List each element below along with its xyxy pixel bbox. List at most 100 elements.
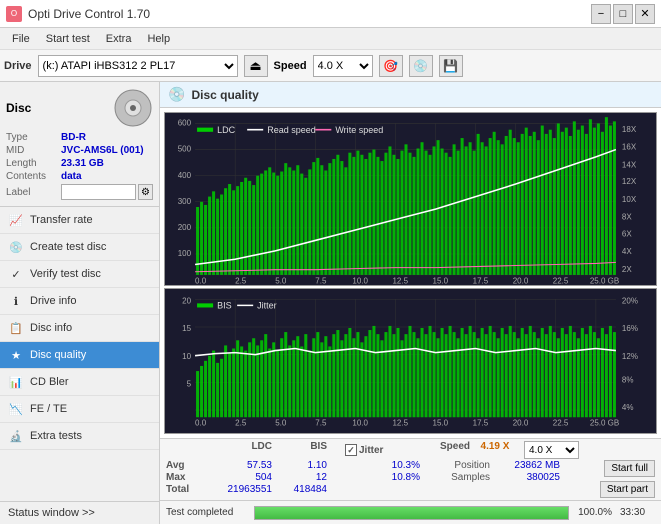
- menu-extra[interactable]: Extra: [98, 31, 140, 47]
- svg-text:5: 5: [187, 380, 192, 389]
- sidebar-item-disc-info[interactable]: 📋 Disc info: [0, 315, 159, 342]
- svg-text:20: 20: [182, 297, 191, 306]
- disc-contents-row: Contents data: [6, 171, 153, 182]
- disc-quality-icon: ★: [8, 347, 24, 363]
- sidebar-item-create-test-disc[interactable]: 💿 Create test disc: [0, 234, 159, 261]
- status-window-label: Status window >>: [8, 507, 95, 519]
- sidebar: Disc Type BD-R MID JVC-AMS6L (001) Lengt…: [0, 82, 160, 524]
- cd-bler-icon: 📊: [8, 374, 24, 390]
- drive-label: Drive: [4, 60, 32, 72]
- menu-bar: File Start test Extra Help: [0, 28, 661, 50]
- chart-bis-svg: 20 15 10 5 20% 16% 12% 8% 4% 0.0 2.5 5.0…: [165, 289, 656, 433]
- minimize-button[interactable]: −: [591, 4, 611, 24]
- svg-text:15: 15: [182, 324, 191, 333]
- transfer-rate-icon: 📈: [8, 212, 24, 228]
- svg-text:20%: 20%: [622, 297, 638, 306]
- svg-text:14X: 14X: [622, 160, 637, 169]
- content-header: 💿 Disc quality: [160, 82, 661, 108]
- svg-text:2.5: 2.5: [235, 276, 247, 285]
- svg-text:Write speed: Write speed: [335, 125, 383, 135]
- toolbar-icon-3[interactable]: 💾: [439, 55, 463, 77]
- extra-tests-icon: 🔬: [8, 428, 24, 444]
- disc-mid: JVC-AMS6L (001): [61, 145, 144, 156]
- create-test-disc-icon: 💿: [8, 239, 24, 255]
- progress-time: 33:30: [620, 507, 655, 518]
- svg-text:7.5: 7.5: [315, 419, 327, 428]
- svg-text:16X: 16X: [622, 142, 637, 151]
- speed-result-value: 4.19 X: [470, 441, 520, 459]
- start-part-button[interactable]: Start part: [600, 481, 655, 498]
- drive-select[interactable]: (k:) ATAPI iHBS312 2 PL17: [38, 55, 238, 77]
- progress-bar-outer: [254, 506, 569, 520]
- sidebar-label-disc-info: Disc info: [30, 322, 72, 334]
- content-area: 💿 Disc quality: [160, 82, 661, 524]
- svg-text:12.5: 12.5: [392, 276, 408, 285]
- bis-avg: 1.10: [272, 460, 327, 471]
- start-full-button[interactable]: Start full: [604, 460, 655, 477]
- toolbar: Drive (k:) ATAPI iHBS312 2 PL17 ⏏ Speed …: [0, 50, 661, 82]
- sidebar-item-drive-info[interactable]: ℹ Drive info: [0, 288, 159, 315]
- sidebar-item-verify-test-disc[interactable]: ✓ Verify test disc: [0, 261, 159, 288]
- toolbar-icon-1[interactable]: 🎯: [379, 55, 403, 77]
- toolbar-icon-2[interactable]: 💿: [409, 55, 433, 77]
- menu-help[interactable]: Help: [139, 31, 178, 47]
- window-controls: − □ ✕: [591, 4, 655, 24]
- sidebar-item-extra-tests[interactable]: 🔬 Extra tests: [0, 423, 159, 450]
- menu-file[interactable]: File: [4, 31, 38, 47]
- svg-text:12%: 12%: [622, 352, 638, 361]
- sidebar-item-transfer-rate[interactable]: 📈 Transfer rate: [0, 207, 159, 234]
- svg-text:7.5: 7.5: [315, 276, 327, 285]
- svg-text:5.0: 5.0: [275, 419, 287, 428]
- maximize-button[interactable]: □: [613, 4, 633, 24]
- svg-text:100: 100: [178, 249, 192, 258]
- disc-info-icon: 📋: [8, 320, 24, 336]
- disc-graphic: [113, 88, 153, 128]
- svg-text:600: 600: [178, 118, 192, 127]
- chart-bis: 20 15 10 5 20% 16% 12% 8% 4% 0.0 2.5 5.0…: [164, 288, 657, 434]
- sidebar-item-fe-te[interactable]: 📉 FE / TE: [0, 396, 159, 423]
- disc-quality-header-icon: 💿: [168, 86, 185, 103]
- sidebar-item-disc-quality[interactable]: ★ Disc quality: [0, 342, 159, 369]
- chart-ldc-svg: 600 500 400 300 200 100 18X 16X 14X 12X …: [165, 113, 656, 285]
- eject-button[interactable]: ⏏: [244, 55, 268, 77]
- close-button[interactable]: ✕: [635, 4, 655, 24]
- sidebar-label-verify-test-disc: Verify test disc: [30, 268, 101, 280]
- samples-label: Samples: [420, 472, 490, 483]
- ldc-total: 21963551: [202, 484, 272, 495]
- svg-text:Read speed: Read speed: [267, 125, 316, 135]
- svg-text:22.5: 22.5: [553, 419, 569, 428]
- svg-text:22.5: 22.5: [553, 276, 569, 285]
- disc-label-button[interactable]: ⚙: [138, 184, 153, 200]
- sidebar-label-drive-info: Drive info: [30, 295, 76, 307]
- svg-text:0.0: 0.0: [195, 419, 207, 428]
- jitter-max: 10.8%: [345, 472, 420, 483]
- speed-select-stats[interactable]: 4.0 X: [524, 441, 579, 459]
- sidebar-label-create-test-disc: Create test disc: [30, 241, 106, 253]
- jitter-avg: 10.3%: [345, 460, 420, 471]
- disc-label-input[interactable]: [61, 184, 136, 200]
- sidebar-label-fe-te: FE / TE: [30, 403, 67, 415]
- app-title: Opti Drive Control 1.70: [28, 7, 150, 21]
- position-value: 23862 MB: [490, 460, 560, 471]
- samples-value: 380025: [490, 472, 560, 483]
- sidebar-item-cd-bler[interactable]: 📊 CD Bler: [0, 369, 159, 396]
- svg-text:12.5: 12.5: [392, 419, 408, 428]
- svg-text:BIS: BIS: [217, 301, 232, 311]
- speed-select[interactable]: 4.0 X 8.0 X: [313, 55, 373, 77]
- bis-total: 418484: [272, 484, 327, 495]
- svg-text:8%: 8%: [622, 376, 634, 385]
- bis-header: BIS: [272, 441, 327, 459]
- svg-text:10X: 10X: [622, 195, 637, 204]
- disc-mid-row: MID JVC-AMS6L (001): [6, 145, 153, 156]
- disc-contents: data: [61, 171, 82, 182]
- sidebar-label-extra-tests: Extra tests: [30, 430, 82, 442]
- speed-header: Speed: [420, 441, 470, 459]
- svg-text:25.0 GB: 25.0 GB: [590, 276, 620, 285]
- status-window[interactable]: Status window >>: [0, 501, 159, 524]
- svg-text:4%: 4%: [622, 403, 634, 412]
- content-title: Disc quality: [191, 88, 258, 102]
- menu-start-test[interactable]: Start test: [38, 31, 98, 47]
- sidebar-label-cd-bler: CD Bler: [30, 376, 69, 388]
- svg-text:0.0: 0.0: [195, 276, 207, 285]
- svg-text:2X: 2X: [622, 265, 632, 274]
